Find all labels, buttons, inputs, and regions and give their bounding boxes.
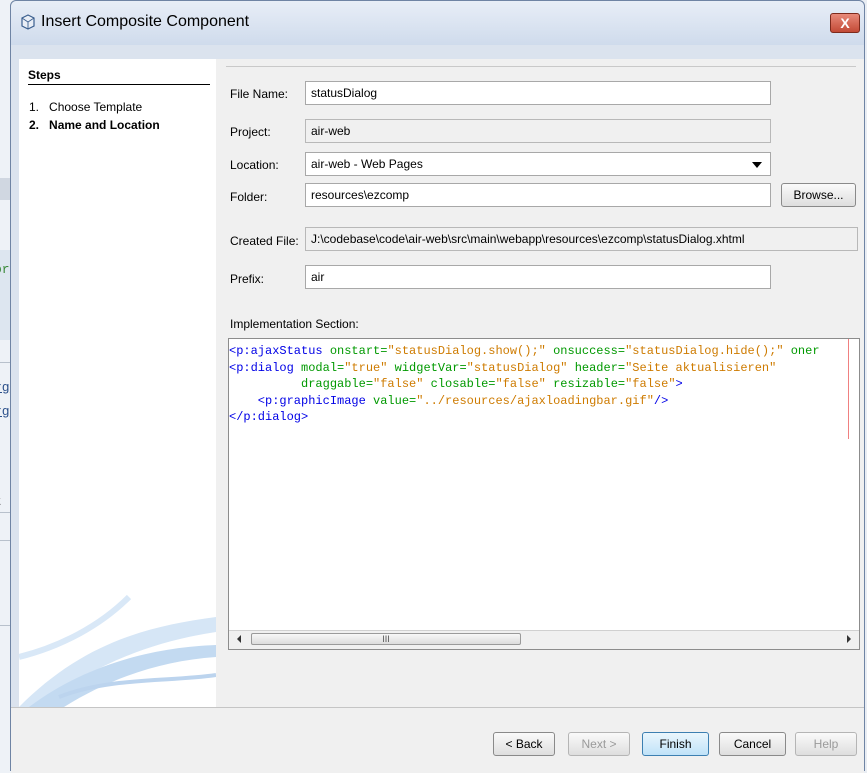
next-button[interactable]: Next > (568, 732, 630, 756)
prefix-field[interactable]: air (305, 265, 771, 289)
folder-field[interactable]: resources\ezcomp (305, 183, 771, 207)
implementation-code-editor[interactable]: <p:ajaxStatus onstart="statusDialog.show… (228, 338, 860, 650)
close-icon: X (840, 15, 850, 31)
title-bar[interactable]: Insert Composite Component X (11, 1, 864, 45)
insert-composite-component-dialog: Insert Composite Component X Steps 1. Ch… (10, 0, 865, 773)
code-line: <p:dialog modal="true" widgetVar="status… (229, 360, 820, 377)
project-field: air-web (305, 119, 771, 143)
code-token: widgetVar= (387, 360, 467, 375)
scroll-left-icon[interactable] (237, 635, 241, 643)
code-token: header= (567, 360, 626, 375)
code-token: "../resources/ajaxloadingbar.gif" (416, 393, 654, 408)
code-token: /> (653, 393, 669, 408)
created-file-label: Created File: (230, 234, 299, 248)
code-line: <p:ajaxStatus onstart="statusDialog.show… (229, 343, 820, 360)
step-label: Name and Location (49, 118, 160, 132)
project-label: Project: (230, 125, 271, 139)
horizontal-scrollbar[interactable]: III (229, 630, 859, 649)
code-token: closable= (423, 377, 496, 391)
code-token: "false" (625, 377, 676, 391)
window-title: Insert Composite Component (41, 13, 250, 30)
background-text: rg (0, 380, 10, 395)
created-file-field: J:\codebase\code\air-web\src\main\webapp… (305, 227, 858, 251)
code-token: "statusDialog" (466, 360, 568, 375)
button-bar: < Back Next > Finish Cancel Help (11, 707, 864, 773)
location-label: Location: (230, 158, 279, 172)
code-token: <p:graphicImage (229, 393, 374, 408)
code-content: <p:ajaxStatus onstart="statusDialog.show… (229, 343, 820, 426)
netbeans-cube-icon (21, 14, 35, 30)
step-number: 1. (29, 100, 40, 114)
scroll-right-icon[interactable] (847, 635, 851, 643)
finish-button[interactable]: Finish (642, 732, 709, 756)
step-number: 2. (29, 118, 40, 132)
background-text: t (0, 494, 2, 509)
code-token: "statusDialog.show();" (387, 344, 546, 358)
step-label: Choose Template (49, 100, 143, 114)
code-line: <p:graphicImage value="../resources/ajax… (229, 393, 820, 410)
right-margin-line (848, 339, 849, 439)
header-divider (226, 66, 856, 67)
code-token: modal= (301, 360, 345, 375)
step-name-and-location: 2. Name and Location (29, 118, 160, 132)
location-select[interactable]: air-web - Web Pages (305, 152, 771, 176)
code-token: onstart= (329, 344, 388, 358)
scrollbar-grip: III (382, 634, 390, 644)
help-button[interactable]: Help (795, 732, 857, 756)
close-button[interactable]: X (830, 13, 860, 33)
cancel-button[interactable]: Cancel (719, 732, 786, 756)
code-token: <p:ajaxStatus (229, 344, 330, 358)
code-token: "false" (373, 377, 424, 391)
code-line: </p:dialog> (229, 409, 820, 426)
code-token: "false" (495, 377, 546, 391)
step-choose-template: 1. Choose Template (29, 100, 142, 114)
name-and-location-form: File Name: statusDialog Project: air-web… (216, 59, 864, 707)
chevron-down-icon[interactable] (752, 162, 762, 168)
code-token: resizable= (545, 377, 626, 391)
code-token: onsuccess= (545, 344, 626, 358)
background-text: or (0, 262, 10, 277)
steps-divider (28, 84, 210, 85)
browse-button[interactable]: Browse... (781, 183, 856, 207)
code-line: draggable="false" closable="false" resiz… (229, 376, 820, 393)
location-select-value: air-web - Web Pages (311, 157, 423, 171)
implementation-section-label: Implementation Section: (230, 317, 359, 331)
steps-panel: Steps 1. Choose Template 2. Name and Loc… (19, 59, 216, 707)
code-token: draggable= (229, 377, 374, 391)
prefix-label: Prefix: (230, 272, 265, 286)
code-token: "Seite aktualisieren" (625, 360, 777, 375)
code-token: "true" (344, 360, 388, 375)
scrollbar-thumb[interactable]: III (251, 633, 521, 645)
code-token: > (675, 377, 683, 391)
steps-title: Steps (28, 68, 61, 82)
folder-label: Folder: (230, 190, 268, 204)
dialog-content: Steps 1. Choose Template 2. Name and Loc… (19, 59, 864, 707)
code-token: value= (373, 393, 417, 408)
code-token: oner (783, 344, 820, 358)
wizard-swoosh-graphic (19, 594, 216, 707)
file-name-label: File Name: (230, 87, 289, 101)
code-token: "statusDialog.hide();" (625, 344, 784, 358)
code-token: </p:dialog> (229, 410, 309, 424)
code-token: <p:dialog (229, 360, 302, 375)
back-button[interactable]: < Back (493, 732, 555, 756)
file-name-field[interactable]: statusDialog (305, 81, 771, 105)
background-text: rg (0, 404, 10, 419)
